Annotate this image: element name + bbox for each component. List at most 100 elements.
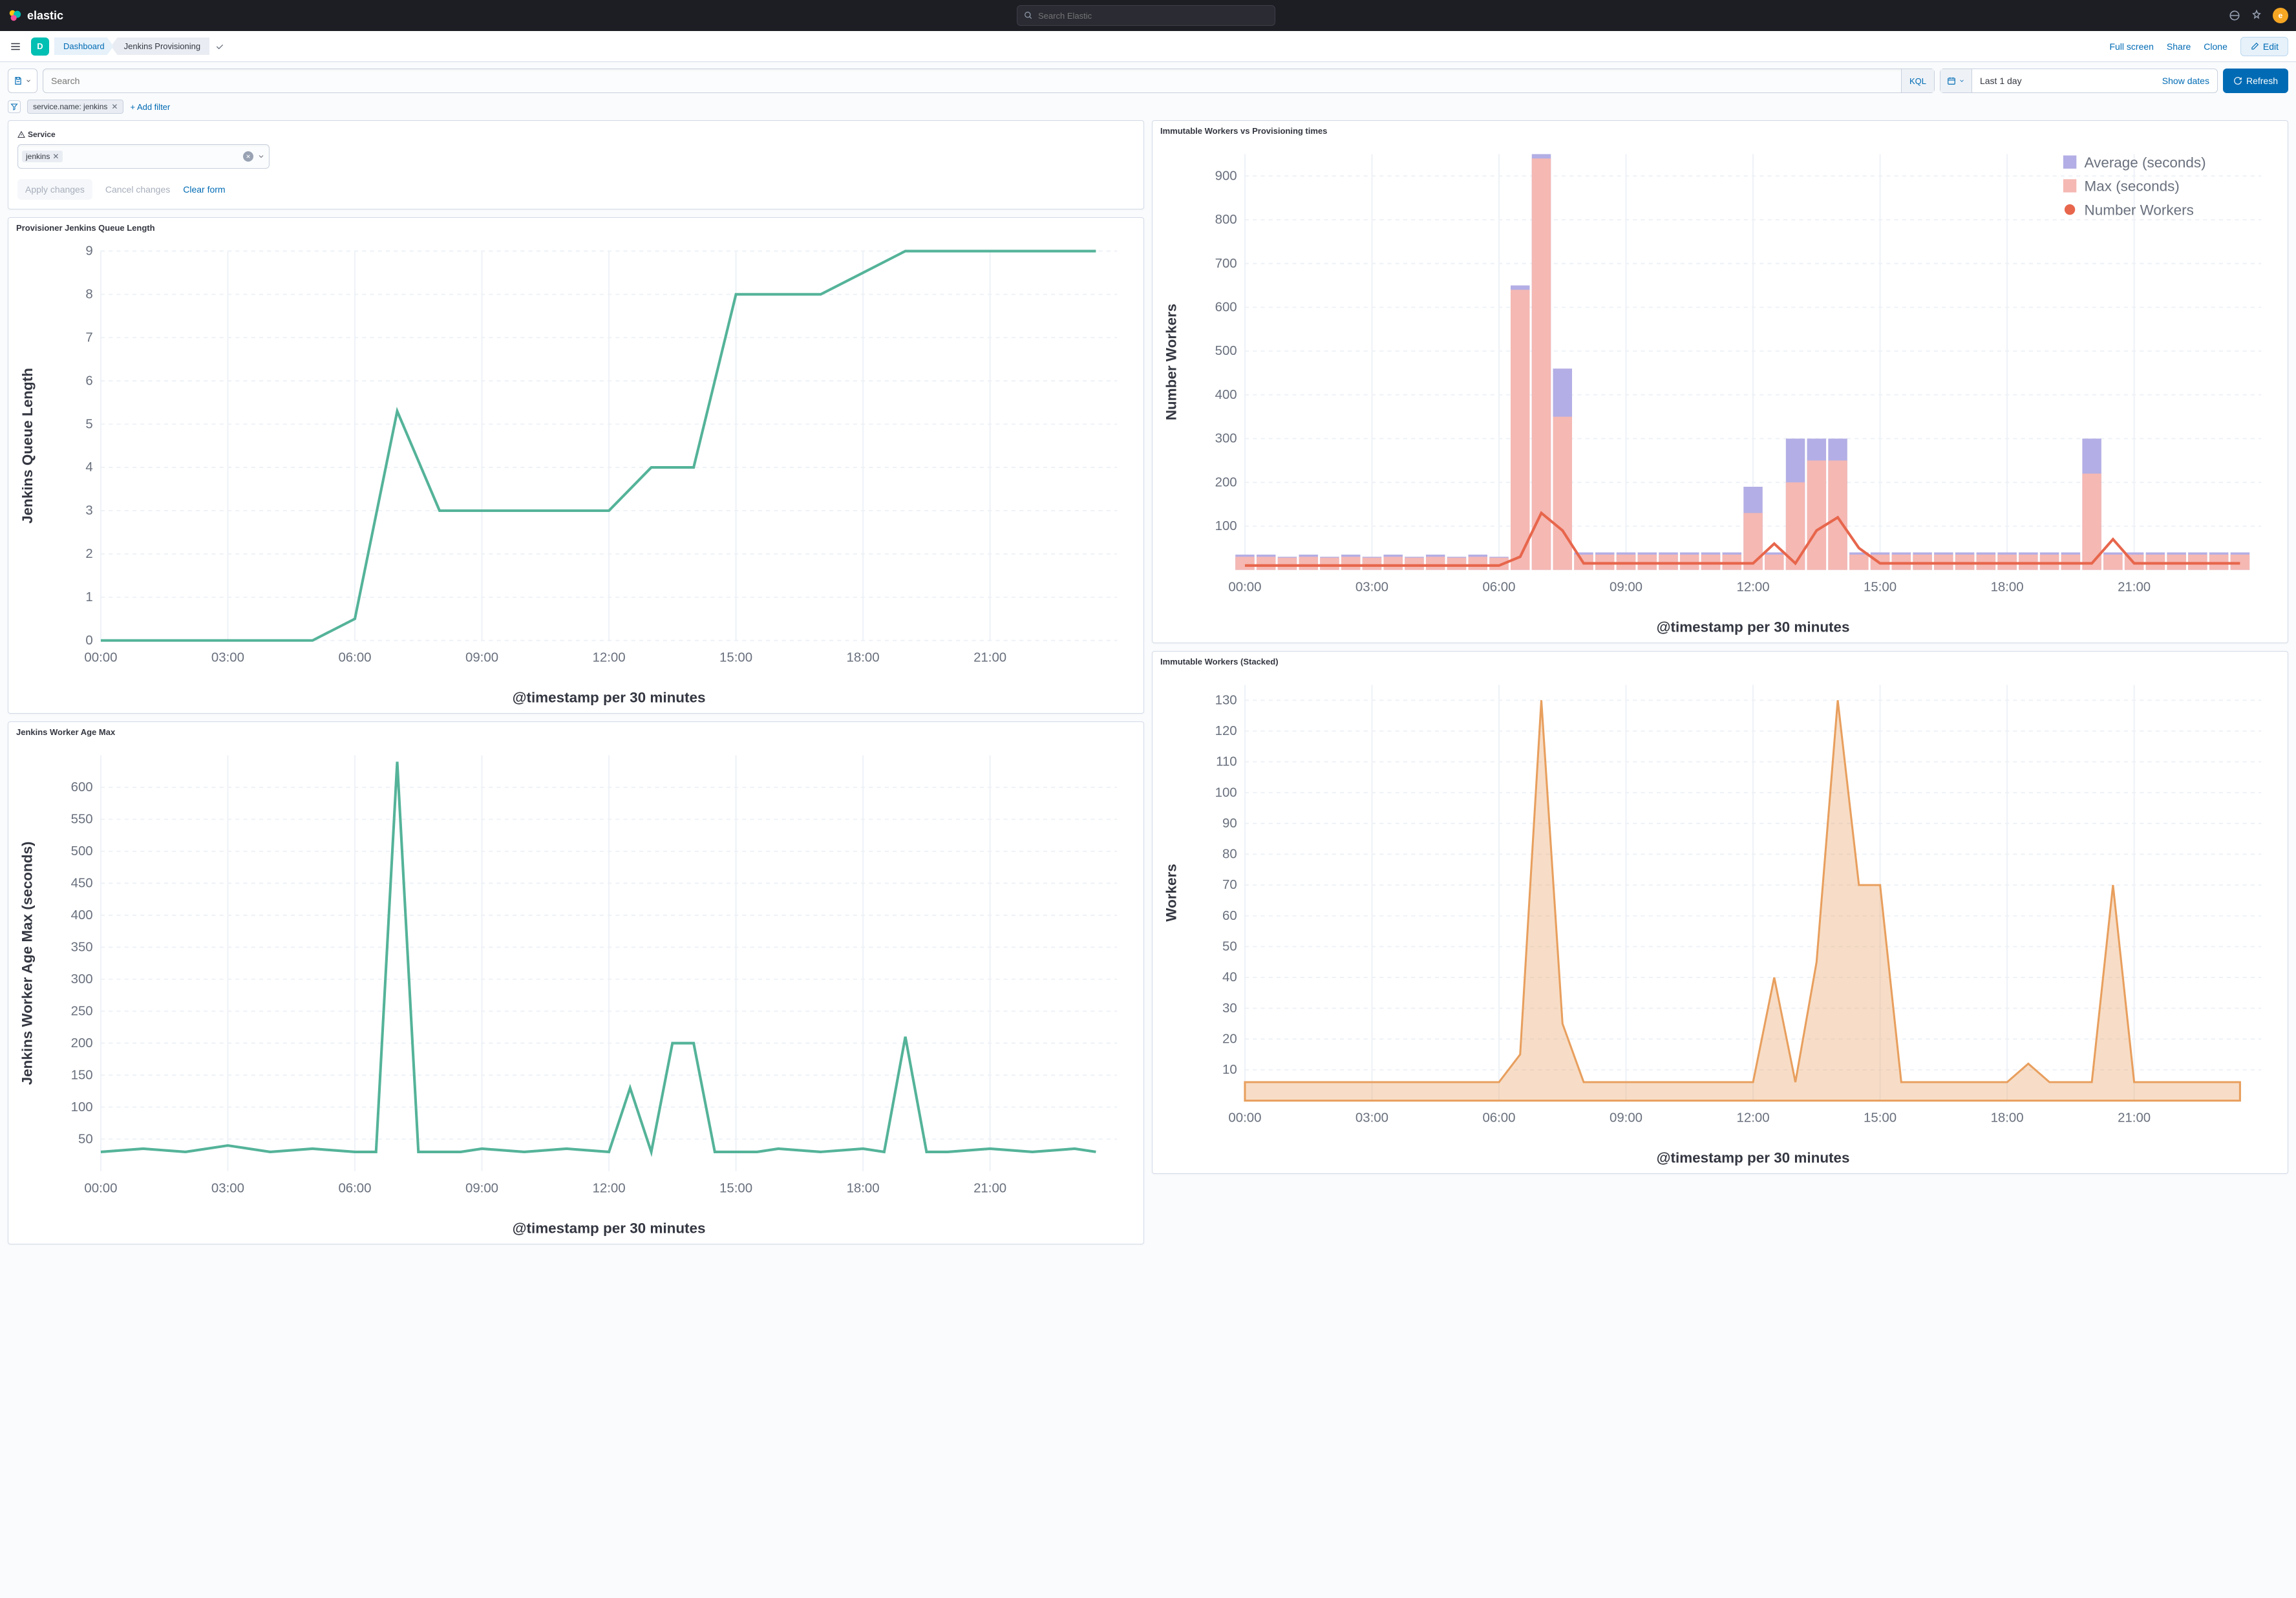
pencil-icon <box>2250 42 2259 51</box>
user-avatar[interactable]: e <box>2273 8 2288 23</box>
svg-text:12:00: 12:00 <box>1737 1111 1770 1125</box>
refresh-icon <box>2233 76 2242 85</box>
svg-text:500: 500 <box>71 844 93 858</box>
svg-text:200: 200 <box>1215 475 1237 489</box>
svg-text:03:00: 03:00 <box>1355 580 1388 594</box>
svg-text:Workers: Workers <box>1164 864 1180 921</box>
search-icon <box>1024 11 1033 20</box>
chart-worker-age: 5010015020025030035040045050055060000:00… <box>8 742 1143 1244</box>
svg-text:350: 350 <box>71 940 93 954</box>
svg-text:5: 5 <box>85 417 92 431</box>
refresh-button[interactable]: Refresh <box>2223 69 2288 93</box>
remove-filter-icon[interactable]: ✕ <box>111 102 118 111</box>
svg-text:900: 900 <box>1215 169 1237 183</box>
svg-text:Number Workers: Number Workers <box>2085 202 2194 218</box>
svg-text:09:00: 09:00 <box>1610 580 1642 594</box>
svg-text:18:00: 18:00 <box>847 650 880 665</box>
svg-text:60: 60 <box>1222 909 1237 923</box>
service-combobox[interactable]: jenkins ✕ <box>17 144 270 169</box>
svg-text:800: 800 <box>1215 213 1237 227</box>
panel-title: Jenkins Worker Age Max <box>8 722 1143 742</box>
help-icon[interactable] <box>2251 10 2262 21</box>
svg-text:10: 10 <box>1222 1063 1237 1077</box>
service-tag-jenkins[interactable]: jenkins ✕ <box>22 151 63 162</box>
edit-button[interactable]: Edit <box>2240 37 2288 56</box>
svg-text:1: 1 <box>85 590 92 604</box>
breadcrumbs: Dashboard Jenkins Provisioning <box>54 37 225 55</box>
svg-text:21:00: 21:00 <box>2118 580 2151 594</box>
filter-pill-service-name[interactable]: service.name: jenkins ✕ <box>27 100 123 114</box>
svg-text:15:00: 15:00 <box>1864 1111 1897 1125</box>
chart-queue-length: 012345678900:0003:0006:0009:0012:0015:00… <box>8 238 1143 713</box>
clone-button[interactable]: Clone <box>2204 41 2227 52</box>
svg-text:700: 700 <box>1215 257 1237 271</box>
clear-all-icon[interactable] <box>243 151 253 162</box>
svg-text:300: 300 <box>1215 432 1237 446</box>
calendar-icon <box>1947 76 1956 85</box>
svg-text:9: 9 <box>85 244 92 259</box>
save-icon <box>14 76 23 85</box>
svg-text:600: 600 <box>1215 301 1237 315</box>
svg-text:100: 100 <box>1215 519 1237 533</box>
saved-query-button[interactable] <box>8 69 37 93</box>
svg-text:00:00: 00:00 <box>1228 580 1261 594</box>
svg-text:Jenkins Worker Age Max (second: Jenkins Worker Age Max (seconds) <box>19 842 36 1085</box>
panel-provisioning: Immutable Workers vs Provisioning times … <box>1152 120 2288 643</box>
panel-worker-age: Jenkins Worker Age Max 50100150200250300… <box>8 721 1144 1244</box>
svg-text:400: 400 <box>71 908 93 922</box>
svg-text:09:00: 09:00 <box>465 650 498 665</box>
svg-text:400: 400 <box>1215 388 1237 402</box>
kql-toggle[interactable]: KQL <box>1901 69 1934 92</box>
newsfeed-icon[interactable] <box>2229 10 2240 21</box>
space-selector[interactable]: D <box>31 37 49 56</box>
clear-form-button[interactable]: Clear form <box>183 184 225 195</box>
elastic-logo[interactable]: elastic <box>8 8 63 23</box>
show-dates-button[interactable]: Show dates <box>2154 76 2217 86</box>
svg-text:06:00: 06:00 <box>338 650 371 665</box>
svg-text:21:00: 21:00 <box>2118 1111 2151 1125</box>
nav-toggle-button[interactable] <box>8 39 23 54</box>
svg-text:@timestamp per 30 minutes: @timestamp per 30 minutes <box>513 690 706 706</box>
breadcrumb-bar: D Dashboard Jenkins Provisioning Full sc… <box>0 31 2296 62</box>
panel-title: Immutable Workers (Stacked) <box>1153 652 2288 672</box>
svg-text:2: 2 <box>85 547 92 561</box>
svg-text:100: 100 <box>71 1100 93 1114</box>
svg-text:20: 20 <box>1222 1032 1237 1046</box>
global-search-input[interactable] <box>1038 11 1268 21</box>
svg-text:130: 130 <box>1215 693 1237 707</box>
svg-text:0: 0 <box>85 634 92 648</box>
svg-text:@timestamp per 30 minutes: @timestamp per 30 minutes <box>1657 1149 1850 1166</box>
date-range-text[interactable]: Last 1 day <box>1972 76 2154 86</box>
svg-text:12:00: 12:00 <box>593 1181 626 1195</box>
svg-text:550: 550 <box>71 813 93 827</box>
share-button[interactable]: Share <box>2167 41 2191 52</box>
panel-title: Immutable Workers vs Provisioning times <box>1153 121 2288 141</box>
cancel-changes-button: Cancel changes <box>105 184 170 195</box>
add-filter-button[interactable]: + Add filter <box>130 102 170 112</box>
svg-text:110: 110 <box>1216 755 1237 769</box>
date-quick-select[interactable] <box>1940 69 1972 92</box>
global-search[interactable] <box>1017 5 1275 26</box>
svg-text:12:00: 12:00 <box>593 650 626 665</box>
full-screen-button[interactable]: Full screen <box>2109 41 2153 52</box>
svg-text:06:00: 06:00 <box>338 1181 371 1195</box>
panel-queue-length: Provisioner Jenkins Queue Length 0123456… <box>8 217 1144 714</box>
svg-text:00:00: 00:00 <box>84 1181 117 1195</box>
svg-text:Number Workers: Number Workers <box>1164 304 1180 421</box>
svg-text:150: 150 <box>71 1068 93 1082</box>
svg-text:15:00: 15:00 <box>719 650 752 665</box>
global-header: elastic e <box>0 0 2296 31</box>
svg-text:3: 3 <box>85 504 92 518</box>
breadcrumb-dashboard[interactable]: Dashboard <box>54 37 114 55</box>
svg-text:15:00: 15:00 <box>719 1181 752 1195</box>
svg-text:03:00: 03:00 <box>211 1181 244 1195</box>
chevron-down-icon[interactable] <box>257 153 265 160</box>
query-input[interactable] <box>43 76 1901 86</box>
remove-tag-icon[interactable]: ✕ <box>52 152 59 161</box>
svg-text:6: 6 <box>85 374 92 388</box>
filter-options-button[interactable] <box>8 100 21 113</box>
svg-text:00:00: 00:00 <box>84 650 117 665</box>
svg-text:120: 120 <box>1215 724 1237 738</box>
svg-text:18:00: 18:00 <box>1991 580 2024 594</box>
service-label: Service <box>17 130 1134 139</box>
